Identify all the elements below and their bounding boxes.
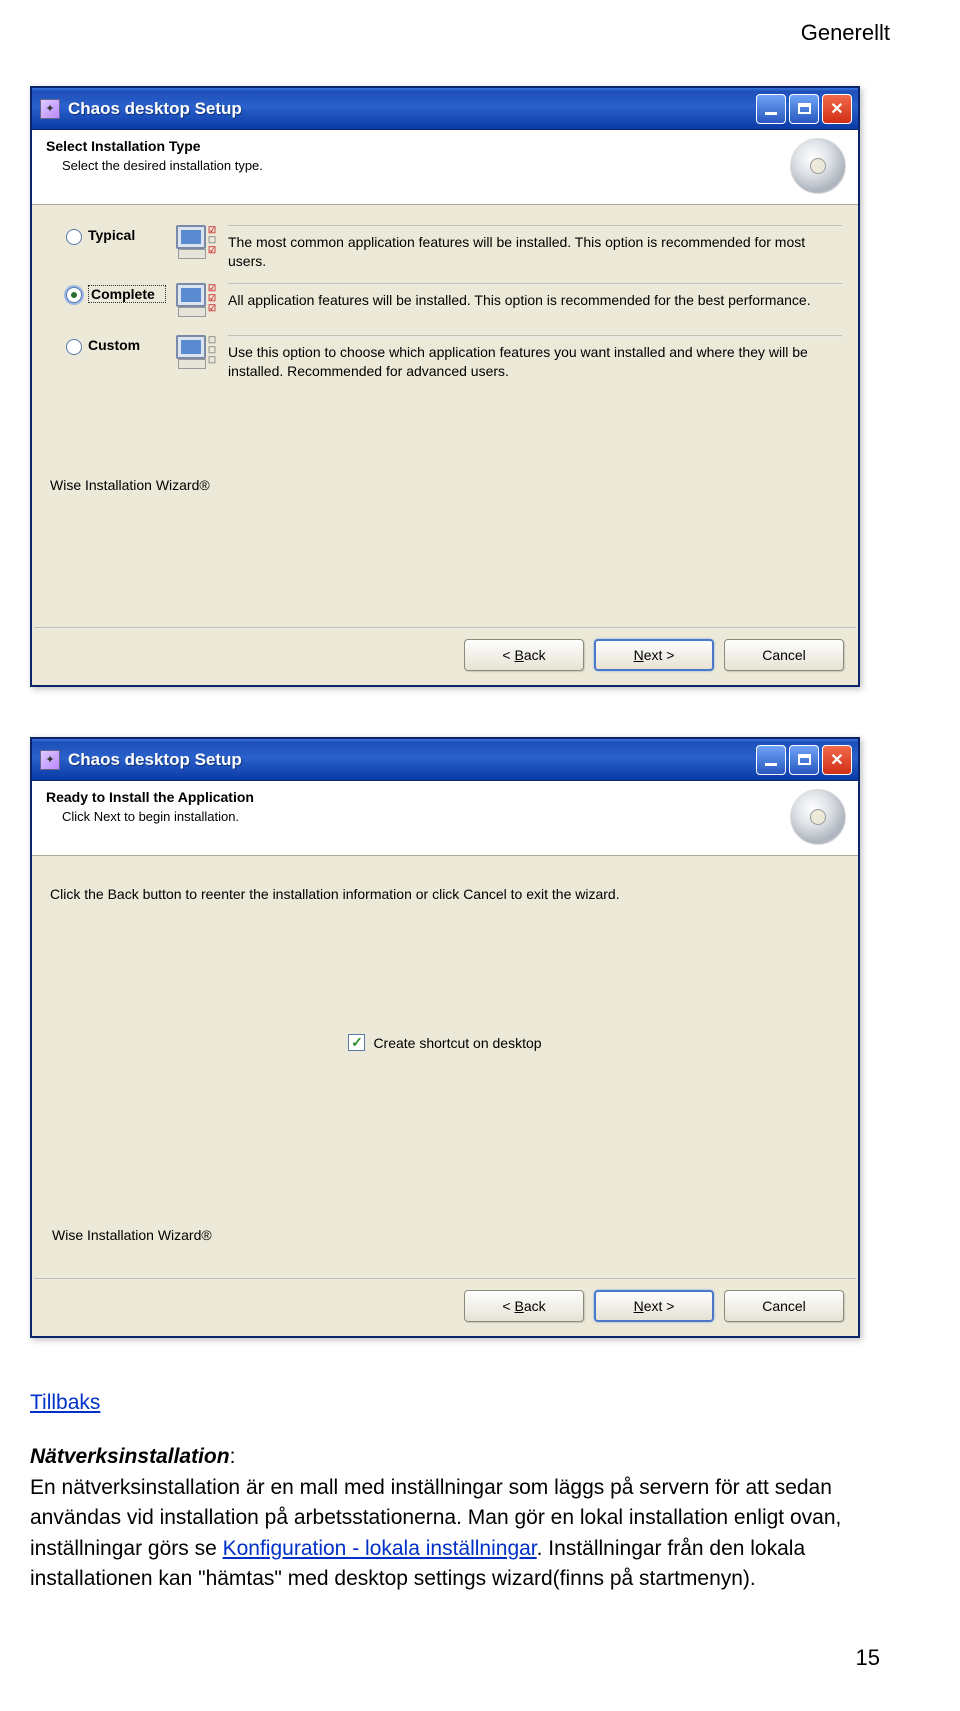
maximize-button[interactable]: [789, 94, 819, 124]
installer-window-ready: ✦ Chaos desktop Setup ✕ Ready to Install…: [30, 737, 860, 1338]
complete-install-icon: ☑☑☑: [176, 283, 222, 323]
installer-icon: ✦: [40, 99, 60, 119]
radio-custom[interactable]: [66, 339, 82, 355]
custom-install-icon: ☐☐☐: [176, 335, 222, 375]
option-complete[interactable]: Complete ☑☑☑ All application features wi…: [66, 281, 842, 323]
minimize-button[interactable]: [756, 745, 786, 775]
next-button[interactable]: Next >: [594, 639, 714, 671]
page-header: Generellt: [30, 20, 900, 46]
wizard-heading: Select Installation Type: [46, 138, 782, 154]
wizard-header: Select Installation Type Select the desi…: [32, 130, 858, 205]
typical-install-icon: ☑☐☑: [176, 225, 222, 265]
shortcut-label: Create shortcut on desktop: [373, 1035, 541, 1051]
document-body: Tillbaks Nätverksinstallation: En nätver…: [30, 1388, 900, 1595]
cd-icon: [790, 789, 846, 845]
titlebar[interactable]: ✦ Chaos desktop Setup ✕: [32, 739, 858, 781]
option-desc-complete: All application features will be install…: [228, 291, 842, 310]
installer-icon: ✦: [40, 750, 60, 770]
shortcut-checkbox[interactable]: ✓: [348, 1034, 365, 1051]
wizard-heading: Ready to Install the Application: [46, 789, 782, 805]
wizard-subheading: Click Next to begin installation.: [46, 809, 782, 824]
wizard-brand: Wise Installation Wizard®: [50, 1221, 840, 1243]
natverk-paragraph: En nätverksinstallation är en mall med i…: [30, 1473, 900, 1595]
close-button[interactable]: ✕: [822, 94, 852, 124]
option-desc-typical: The most common application features wil…: [228, 233, 842, 271]
wizard-subheading: Select the desired installation type.: [46, 158, 782, 173]
cancel-button[interactable]: Cancel: [724, 639, 844, 671]
ready-note: Click the Back button to reenter the ins…: [50, 884, 750, 904]
next-button[interactable]: Next >: [594, 1290, 714, 1322]
minimize-button[interactable]: [756, 94, 786, 124]
maximize-button[interactable]: [789, 745, 819, 775]
cd-icon: [790, 138, 846, 194]
window-title: Chaos desktop Setup: [68, 99, 756, 119]
page-number: 15: [30, 1645, 900, 1671]
option-label-complete: Complete: [88, 285, 166, 303]
cancel-button[interactable]: Cancel: [724, 1290, 844, 1322]
radio-typical[interactable]: [66, 229, 82, 245]
option-label-typical: Typical: [88, 227, 166, 243]
back-button[interactable]: < Back: [464, 639, 584, 671]
option-desc-custom: Use this option to choose which applicat…: [228, 343, 842, 381]
shortcut-row[interactable]: ✓ Create shortcut on desktop: [50, 1034, 840, 1051]
natverk-heading: Nätverksinstallation: [30, 1445, 230, 1468]
installer-window-type: ✦ Chaos desktop Setup ✕ Select Installat…: [30, 86, 860, 687]
radio-complete[interactable]: [66, 287, 82, 303]
konfiguration-link[interactable]: Konfiguration - lokala inställningar: [223, 1537, 537, 1560]
close-button[interactable]: ✕: [822, 745, 852, 775]
tillbaks-link[interactable]: Tillbaks: [30, 1391, 100, 1414]
option-label-custom: Custom: [88, 337, 166, 353]
option-custom[interactable]: Custom ☐☐☐ Use this option to choose whi…: [66, 333, 842, 381]
option-typical[interactable]: Typical ☑☐☑ The most common application …: [66, 223, 842, 271]
wizard-header: Ready to Install the Application Click N…: [32, 781, 858, 856]
wizard-brand: Wise Installation Wizard®: [48, 471, 842, 493]
back-button[interactable]: < Back: [464, 1290, 584, 1322]
window-title: Chaos desktop Setup: [68, 750, 756, 770]
titlebar[interactable]: ✦ Chaos desktop Setup ✕: [32, 88, 858, 130]
